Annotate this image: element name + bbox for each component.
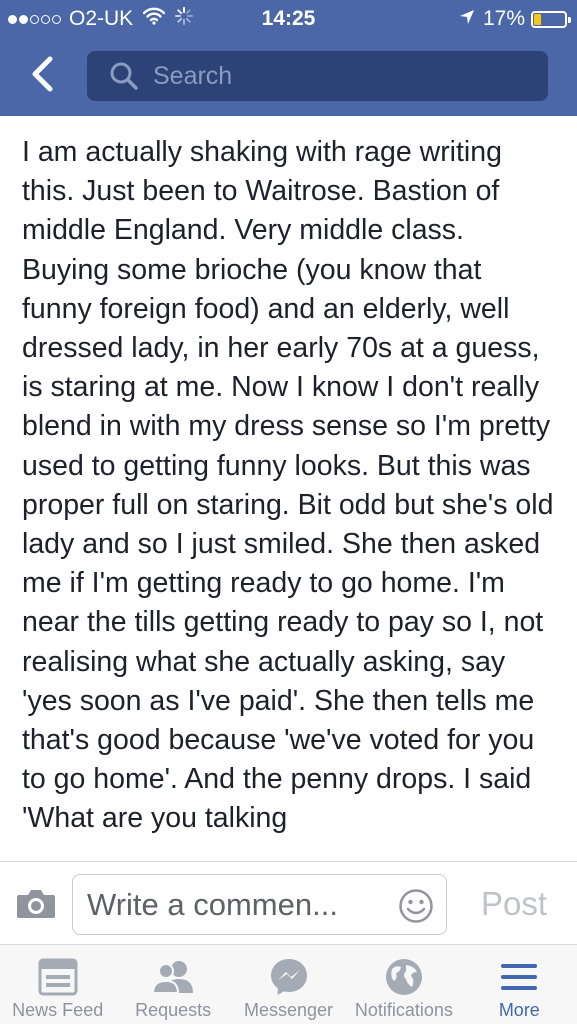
battery-level-fill (534, 13, 541, 25)
battery-percent: 17% (482, 7, 525, 30)
post-comment-button[interactable]: Post (466, 884, 562, 924)
camera-icon (17, 890, 55, 918)
search-icon (109, 61, 139, 91)
hamburger-menu-icon (499, 957, 539, 997)
location-arrow-icon (459, 7, 475, 31)
camera-button[interactable] (15, 884, 57, 922)
messenger-icon (269, 957, 309, 997)
globe-icon (384, 957, 424, 997)
emoji-button[interactable] (398, 888, 434, 924)
search-input[interactable] (153, 61, 513, 91)
tab-messenger[interactable]: Messenger (231, 945, 346, 1024)
tab-label: News Feed (12, 1000, 104, 1020)
news-feed-icon (38, 957, 78, 997)
battery-icon (531, 10, 571, 28)
friend-requests-icon (150, 957, 196, 997)
chevron-left-icon (32, 56, 53, 92)
tab-label: Notifications (354, 1000, 453, 1020)
post-body[interactable]: I am actually shaking with rage writing … (0, 116, 577, 861)
comment-input[interactable] (87, 886, 387, 923)
status-bar: O2-UK 14:25 17% (0, 0, 577, 38)
tab-label: Requests (135, 1000, 212, 1020)
smiley-icon (399, 889, 433, 923)
tab-news-feed[interactable]: News Feed (0, 945, 115, 1024)
tab-label: Messenger (243, 1000, 334, 1020)
header: O2-UK 14:25 17% Search (0, 0, 577, 116)
tab-requests[interactable]: Requests (115, 945, 230, 1024)
post-text: I am actually shaking with rage writing … (22, 136, 554, 835)
comment-bar: Post (0, 861, 577, 944)
tab-bar: News Feed Requests Messenger Notificatio… (0, 944, 577, 1024)
comment-field[interactable] (72, 874, 447, 935)
tab-label: More (498, 1000, 540, 1020)
back-button[interactable] (22, 52, 62, 96)
tab-notifications[interactable]: Notifications (346, 945, 461, 1024)
tab-more[interactable]: More (462, 945, 577, 1024)
search-bar[interactable] (87, 51, 548, 101)
nav-bar (0, 38, 577, 116)
